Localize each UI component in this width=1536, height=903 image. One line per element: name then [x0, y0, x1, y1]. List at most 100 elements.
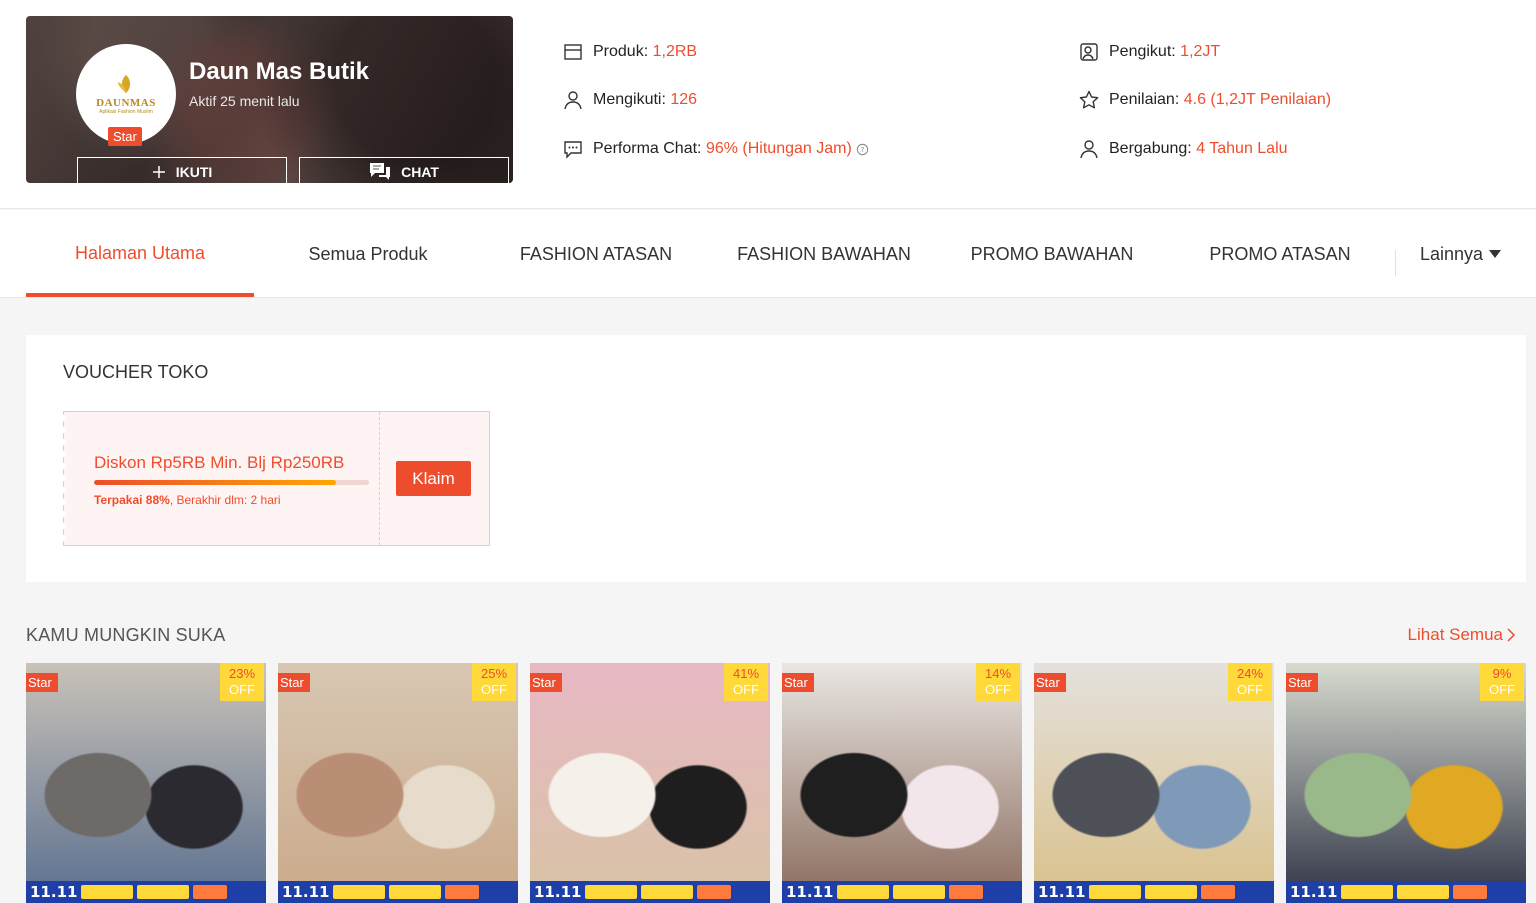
sale-label: 11.11	[1038, 883, 1086, 901]
promo-icon	[949, 885, 984, 899]
follow-label: IKUTI	[175, 164, 213, 180]
cashback-icon	[641, 885, 694, 899]
voucher-usage-fill	[94, 480, 336, 485]
stat-products: Produk: 1,2RB	[563, 42, 697, 62]
stat-joined: Bergabung: 4 Tahun Lalu	[1079, 139, 1288, 159]
free-shipping-icon	[837, 885, 890, 899]
sale-label: 11.11	[534, 883, 582, 901]
more-dropdown[interactable]: Lainnya	[1420, 210, 1502, 298]
stat-products-value: 1,2RB	[652, 43, 698, 60]
product-card[interactable]: Star 24% OFF 11.11	[1034, 663, 1274, 903]
product-card[interactable]: Star 41% OFF 11.11	[530, 663, 770, 903]
product-card[interactable]: Star 14% OFF 11.11	[782, 663, 1022, 903]
star-badge: Star	[1286, 673, 1318, 692]
promo-strip: 11.11	[1286, 881, 1526, 903]
sale-label: 11.11	[786, 883, 834, 901]
discount-badge: 14% OFF	[976, 663, 1020, 701]
voucher-section: VOUCHER TOKO Diskon Rp5RB Min. Blj Rp250…	[26, 335, 1526, 582]
discount-value: 23%	[228, 666, 256, 681]
discount-off: OFF	[1489, 682, 1515, 697]
free-shipping-icon	[585, 885, 638, 899]
free-shipping-icon	[81, 885, 134, 899]
promo-icon	[193, 885, 228, 899]
followers-icon	[1080, 43, 1098, 61]
discount-badge: 24% OFF	[1228, 663, 1272, 701]
stat-followers: Pengikut: 1,2JT	[1079, 42, 1220, 62]
stat-following: Mengikuti: 126	[563, 90, 697, 110]
store-icon	[564, 44, 582, 60]
voucher-title: VOUCHER TOKO	[63, 362, 209, 382]
stat-followers-value: 1,2JT	[1180, 43, 1221, 60]
cashback-icon	[389, 885, 442, 899]
star-badge: Star	[108, 127, 142, 146]
cashback-icon	[1145, 885, 1198, 899]
shop-name: Daun Mas Butik	[189, 58, 370, 85]
shop-nav: Halaman Utama Semua Produk FASHION ATASA…	[0, 210, 1536, 298]
product-card[interactable]: Star 9% OFF 11.11	[1286, 663, 1526, 903]
see-all-link[interactable]: Lihat Semua	[1408, 625, 1516, 645]
follow-button[interactable]: IKUTI	[77, 157, 287, 183]
product-card[interactable]: Star 25% OFF 11.11	[278, 663, 518, 903]
tab-promo-bawahan[interactable]: PROMO BAWAHAN	[938, 210, 1166, 298]
star-badge: Star	[278, 673, 310, 692]
free-shipping-icon	[1089, 885, 1142, 899]
promo-icon	[445, 885, 480, 899]
tab-fashion-atasan[interactable]: FASHION ATASAN	[482, 210, 710, 298]
promo-icon	[1453, 885, 1488, 899]
stat-joined-value: 4 Tahun Lalu	[1196, 140, 1288, 157]
more-label: Lainnya	[1420, 243, 1484, 264]
promo-strip: 11.11	[782, 881, 1022, 903]
shop-header: DAUNMAS Aplikasi Fashion Muslim Star Dau…	[0, 0, 1536, 209]
voucher-meta: Terpakai 88%, Berakhir dlm: 2 hari	[94, 493, 281, 507]
discount-value: 25%	[480, 666, 508, 681]
star-badge: Star	[782, 673, 814, 692]
logo-text: DAUNMAS	[96, 97, 156, 109]
help-circle-icon[interactable]: ?	[856, 143, 869, 156]
stat-chat-value: 96% (Hitungan Jam)	[705, 140, 852, 157]
stat-rating-value: 4.6 (1,2JT Penilaian)	[1183, 91, 1332, 108]
user-icon	[564, 91, 582, 110]
stat-following-value: 126	[670, 91, 698, 108]
voucher-divider	[379, 412, 380, 545]
discount-off: OFF	[733, 682, 759, 697]
stat-chat-label: Performa Chat:	[593, 140, 702, 157]
star-badge: Star	[26, 673, 58, 692]
tab-fashion-bawahan[interactable]: FASHION BAWAHAN	[710, 210, 938, 298]
chat-label: CHAT	[401, 164, 439, 180]
discount-value: 9%	[1492, 666, 1512, 681]
claim-button[interactable]: Klaim	[396, 461, 471, 496]
discount-off: OFF	[985, 682, 1011, 697]
voucher-description: Diskon Rp5RB Min. Blj Rp250RB	[94, 453, 345, 472]
discount-off: OFF	[229, 682, 255, 697]
see-all-label: Lihat Semua	[1407, 625, 1503, 644]
discount-badge: 41% OFF	[724, 663, 768, 701]
promo-strip: 11.11	[278, 881, 518, 903]
chevron-right-icon	[1507, 628, 1516, 642]
promo-icon	[697, 885, 732, 899]
tab-semua-produk[interactable]: Semua Produk	[254, 210, 482, 298]
stat-joined-label: Bergabung:	[1109, 140, 1192, 157]
user-joined-icon	[1080, 140, 1098, 159]
stat-chat-performance: Performa Chat: 96% (Hitungan Jam) ?	[563, 139, 869, 159]
tab-promo-atasan[interactable]: PROMO ATASAN	[1166, 210, 1394, 298]
discount-value: 24%	[1236, 666, 1264, 681]
chat-dots-icon	[564, 141, 582, 159]
promo-strip: 11.11	[26, 881, 266, 903]
voucher-used: Terpakai 88%	[94, 493, 170, 507]
svg-text:?: ?	[860, 145, 864, 154]
promo-icon	[1201, 885, 1236, 899]
nav-divider	[1395, 250, 1396, 276]
product-card[interactable]: Star 23% OFF 11.11	[26, 663, 266, 903]
sale-label: 11.11	[30, 883, 78, 901]
chat-bubble-icon	[370, 163, 391, 180]
plus-icon	[152, 166, 165, 178]
free-shipping-icon	[1341, 885, 1394, 899]
discount-off: OFF	[481, 682, 507, 697]
stat-products-label: Produk:	[593, 43, 649, 60]
sale-label: 11.11	[282, 883, 330, 901]
tab-halaman-utama[interactable]: Halaman Utama	[26, 210, 254, 297]
chat-button[interactable]: CHAT	[299, 157, 509, 183]
cashback-icon	[1397, 885, 1450, 899]
discount-badge: 23% OFF	[220, 663, 264, 701]
logo-subtext: Aplikasi Fashion Muslim	[99, 109, 153, 115]
